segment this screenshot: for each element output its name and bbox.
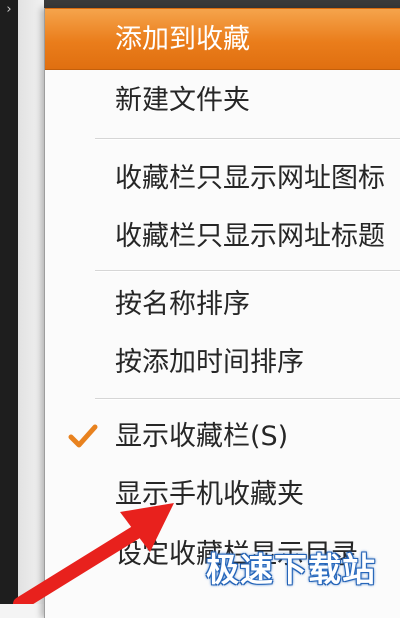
favorites-context-menu: 添加到收藏 新建文件夹 收藏栏只显示网址图标 收藏栏只显示网址标题 按名称排序 … [44,8,400,618]
menu-item-label: 添加到收藏 [115,24,250,55]
menu-separator [95,138,400,140]
menu-item-label: 按名称排序 [115,289,250,320]
menu-item-sort-by-name[interactable]: 按名称排序 [45,274,400,336]
menu-separator [95,398,400,400]
menu-item-label: 显示收藏栏(S) [115,421,289,452]
background-sidebar-strip [18,0,44,604]
menu-item-label: 收藏栏只显示网址标题 [115,221,385,252]
background-glyph: › [6,2,12,17]
checkmark-icon [68,424,98,448]
menu-item-show-favorites-bar[interactable]: 显示收藏栏(S) [45,406,400,468]
menu-item-label: 新建文件夹 [115,85,250,116]
menu-item-show-titles-only[interactable]: 收藏栏只显示网址标题 [45,206,400,268]
background-dark-panel [0,0,18,604]
menu-item-add-to-favorites[interactable]: 添加到收藏 [45,8,400,70]
menu-item-show-icons-only[interactable]: 收藏栏只显示网址图标 [45,148,400,210]
menu-item-label: 按添加时间排序 [115,347,304,378]
menu-item-sort-by-time[interactable]: 按添加时间排序 [45,332,400,394]
menu-item-new-folder[interactable]: 新建文件夹 [45,70,400,132]
menu-item-label: 显示手机收藏夹 [115,479,304,510]
menu-item-label: 收藏栏只显示网址图标 [115,163,385,194]
site-watermark: 极速下载站 [206,550,376,589]
menu-separator [95,270,400,272]
menu-item-show-mobile-favorites[interactable]: 显示手机收藏夹 [45,464,400,526]
